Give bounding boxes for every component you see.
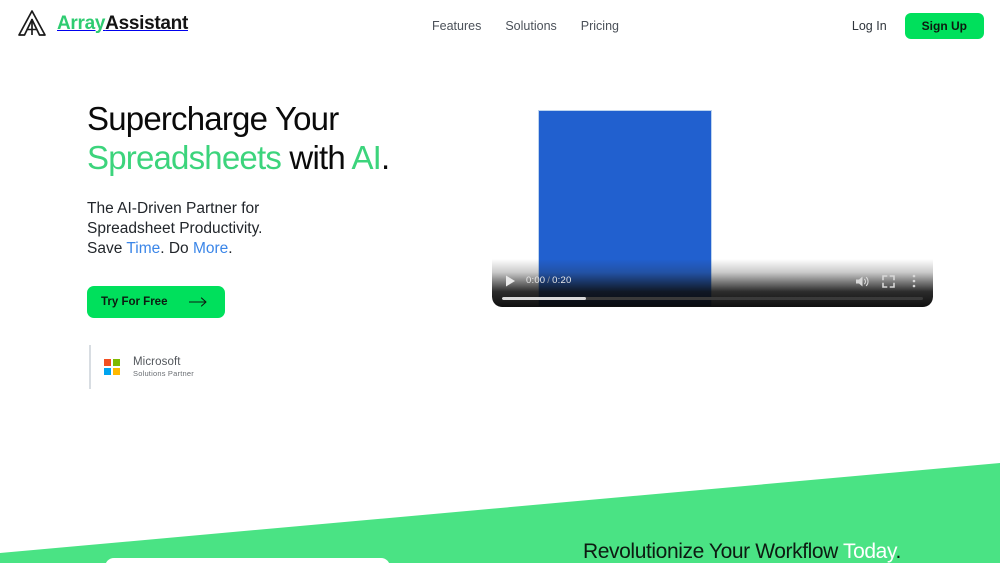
badge-divider — [89, 345, 91, 389]
video-time-separator: / — [547, 275, 551, 286]
badge-title: Microsoft — [133, 356, 181, 368]
bottom-section-heading: Revolutionize Your Workflow Today. — [583, 539, 901, 563]
brand-name: ArrayAssistant — [57, 14, 188, 33]
nav-item-features[interactable]: Features — [432, 18, 481, 34]
badge-text: Microsoft Solutions Partner — [133, 356, 194, 378]
microsoft-squares-icon — [104, 359, 120, 375]
subtitle-line-1: The AI-Driven Partner for — [87, 200, 260, 217]
video-progress-buffer — [502, 297, 587, 300]
hero-video-player[interactable]: 0:00/0:20 — [492, 100, 933, 307]
auth-actions: Log In Sign Up — [852, 13, 984, 39]
bottom-heading-accent: Today — [843, 540, 896, 563]
play-icon[interactable] — [502, 273, 518, 289]
video-duration: 0:20 — [552, 275, 572, 286]
subtitle-link-more[interactable]: More — [193, 240, 228, 257]
hero-content: Supercharge Your Spreadsheets with AI. T… — [87, 99, 487, 389]
subtitle-do: . Do — [160, 240, 193, 257]
headline-ai: AI — [351, 139, 382, 176]
kebab-menu-icon[interactable] — [905, 272, 923, 290]
brand-name-assistant: Assistant — [105, 12, 188, 34]
brand-name-array: Array — [57, 12, 106, 34]
subtitle-line-2: Spreadsheet Productivity. — [87, 220, 263, 237]
headline-period: . — [381, 139, 390, 176]
bottom-heading-dark: Revolutionize Your Workflow — [583, 540, 844, 563]
video-progress-bar[interactable] — [502, 297, 923, 300]
video-control-bar: 0:00/0:20 — [492, 259, 933, 307]
nav-item-pricing[interactable]: Pricing — [581, 18, 619, 34]
headline-spreadsheets: Spreadsheets — [87, 139, 282, 176]
arrow-right-icon — [189, 297, 208, 307]
page-title: Supercharge Your Spreadsheets with AI. — [87, 99, 487, 177]
headline-line-2: Spreadsheets with AI. — [87, 138, 487, 177]
main-navigation: Features Solutions Pricing — [432, 18, 619, 34]
brand-logo[interactable]: ArrayAssistant — [16, 8, 188, 38]
signup-button[interactable]: Sign Up — [904, 13, 984, 39]
subtitle-line-3: Save Time. Do More. — [87, 239, 487, 259]
nav-item-solutions[interactable]: Solutions — [505, 18, 556, 34]
bottom-card-panel — [105, 558, 390, 563]
try-for-free-label: Try For Free — [101, 296, 168, 308]
site-header: ArrayAssistant Features Solutions Pricin… — [0, 0, 1000, 50]
hero-subtitle: The AI-Driven Partner for Spreadsheet Pr… — [87, 199, 487, 259]
video-current-time: 0:00 — [526, 275, 546, 286]
fullscreen-icon[interactable] — [879, 272, 897, 290]
subtitle-save: Save — [87, 240, 127, 257]
badge-subtitle: Solutions Partner — [133, 369, 194, 378]
headline-with: with — [281, 139, 352, 176]
triangle-a-monogram-icon — [18, 10, 46, 36]
subtitle-link-time[interactable]: Time — [126, 240, 160, 257]
landing-page: Revolutionize Your Workflow Today. Array… — [0, 0, 1000, 563]
try-for-free-button[interactable]: Try For Free — [87, 286, 226, 318]
bottom-heading-period: . — [895, 540, 902, 563]
volume-icon[interactable] — [853, 272, 871, 290]
microsoft-partner-badge: Microsoft Solutions Partner — [87, 345, 487, 389]
video-time-display: 0:00/0:20 — [526, 275, 571, 287]
subtitle-period: . — [228, 240, 233, 257]
headline-line-1: Supercharge Your — [87, 100, 339, 137]
login-link[interactable]: Log In — [852, 18, 887, 34]
video-control-row: 0:00/0:20 — [492, 270, 933, 292]
